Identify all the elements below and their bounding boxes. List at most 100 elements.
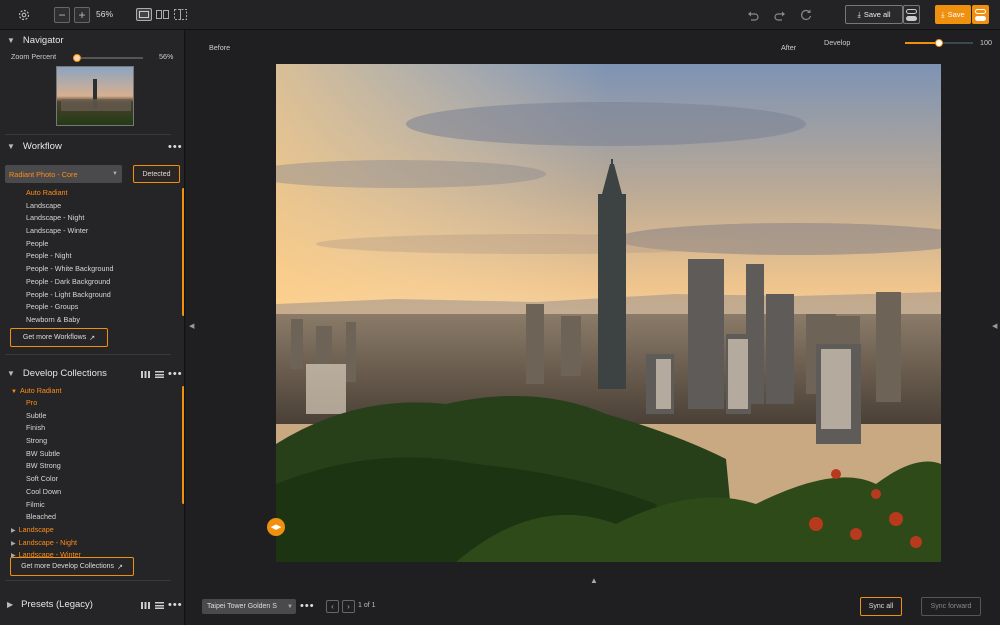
develop-collection-item[interactable]: Cool Down xyxy=(26,486,61,499)
list-view-icon[interactable] xyxy=(155,602,164,609)
workflow-item[interactable]: Auto Radiant xyxy=(26,187,114,200)
zoom-percent-label: Zoom Percent xyxy=(11,52,57,61)
develop-collections-title: Develop Collections xyxy=(22,368,107,379)
presets-title: Presets (Legacy) xyxy=(21,599,93,610)
develop-collection-item[interactable]: Filmic xyxy=(26,499,61,512)
sync-all-button[interactable]: Sync all xyxy=(860,597,902,616)
workflow-item[interactable]: People - Dark Background xyxy=(26,276,114,289)
develop-slider-fill xyxy=(905,42,939,44)
save-button[interactable]: ⤓ Save xyxy=(935,5,971,24)
filename-dropdown[interactable]: Taipei Tower Golden S ▼ xyxy=(202,599,296,614)
workflow-item[interactable]: People - Light Background xyxy=(26,289,114,302)
main-photo[interactable] xyxy=(276,64,941,562)
sync-forward-button[interactable]: Sync forward xyxy=(921,597,981,616)
top-toolbar: − + 56% ⤓ Save all ⤓ Save xyxy=(0,0,1000,30)
split-view-button[interactable] xyxy=(155,8,169,21)
undo-icon[interactable] xyxy=(746,8,760,22)
get-more-develop-collections-button[interactable]: Get more Develop Collections ↗ xyxy=(10,557,134,576)
image-more-icon[interactable]: ••• xyxy=(300,600,315,612)
redo-icon[interactable] xyxy=(773,8,787,22)
zoom-percent-slider[interactable] xyxy=(73,54,143,62)
develop-subgroup-item[interactable]: ▶ Landscape xyxy=(11,524,81,537)
workflow-item[interactable]: People - Groups xyxy=(26,301,114,314)
develop-collections-more-icon[interactable]: ••• xyxy=(168,368,183,380)
workflow-item[interactable]: Landscape - Night xyxy=(26,212,114,225)
navigator-title: Navigator xyxy=(22,35,64,46)
workflow-more-icon[interactable]: ••• xyxy=(168,141,183,153)
develop-collection-item[interactable]: Soft Color xyxy=(26,473,61,486)
expand-triangle-icon: ▶ xyxy=(11,528,16,534)
get-more-workflows-label: Get more Workflows xyxy=(22,334,87,341)
sync-forward-label: Sync forward xyxy=(930,603,972,610)
detected-button[interactable]: Detected xyxy=(133,165,180,183)
external-link-icon: ↗ xyxy=(117,563,123,571)
workflow-item[interactable]: People - Night xyxy=(26,250,114,263)
develop-subgroup-item[interactable]: ▶ Landscape - Night xyxy=(11,537,81,550)
get-more-workflows-button[interactable]: Get more Workflows ↗ xyxy=(10,328,108,347)
develop-scrollbar[interactable] xyxy=(182,386,184,504)
workflow-scrollbar[interactable] xyxy=(182,188,184,316)
right-panel-toggle-icon[interactable]: ◀ xyxy=(992,322,997,330)
single-view-button[interactable] xyxy=(136,8,152,21)
get-more-develop-label: Get more Develop Collections xyxy=(21,563,115,570)
dropdown-arrow-icon: ▼ xyxy=(287,603,293,610)
after-label: After xyxy=(781,43,797,52)
previous-image-button[interactable]: ‹ xyxy=(326,600,339,613)
presets-more-icon[interactable]: ••• xyxy=(168,599,183,611)
grid-view-icon[interactable] xyxy=(141,602,150,609)
reset-icon[interactable] xyxy=(799,8,813,22)
zoom-in-button[interactable]: + xyxy=(74,7,90,23)
workflow-item[interactable]: People - White Background xyxy=(26,263,114,276)
zoom-out-button[interactable]: − xyxy=(54,7,70,23)
workflow-list: Auto Radiant Landscape Landscape - Night La… xyxy=(26,187,114,327)
develop-collection-item[interactable]: BW Strong xyxy=(26,460,61,473)
workflow-dropdown-value: Radiant Photo - Core xyxy=(9,169,78,179)
bottom-panel-toggle-icon[interactable]: ▲ xyxy=(590,576,598,585)
save-all-button[interactable]: ⤓ Save all xyxy=(845,5,903,24)
develop-label: Develop xyxy=(824,38,851,47)
develop-slider-handle[interactable] xyxy=(935,39,943,47)
page-indicator: 1 of 1 xyxy=(358,602,376,609)
develop-subgroup-label: Landscape - Night xyxy=(18,537,77,547)
divider xyxy=(5,580,171,581)
settings-gear-icon[interactable] xyxy=(16,7,32,23)
list-view-icon[interactable] xyxy=(155,371,164,378)
left-panel-toggle-icon[interactable]: ◀ xyxy=(189,322,194,330)
zoom-percent-value: 56% xyxy=(159,52,174,61)
develop-collection-item[interactable]: BW Subtle xyxy=(26,448,61,461)
compare-view-button[interactable] xyxy=(173,8,187,21)
collapse-triangle-icon: ▼ xyxy=(7,36,15,45)
navigator-thumbnail[interactable] xyxy=(56,66,134,126)
develop-collection-item[interactable]: Strong xyxy=(26,435,61,448)
workflow-item[interactable]: Landscape - Winter xyxy=(26,225,114,238)
develop-group-auto-radiant[interactable]: ▼ Auto Radiant xyxy=(11,386,62,395)
workflow-item[interactable]: Newborn & Baby xyxy=(26,314,114,327)
workflow-dropdown[interactable]: Radiant Photo - Core ▼ xyxy=(5,165,122,183)
develop-collections-list: Pro Subtle Finish Strong BW Subtle BW Strong S… xyxy=(26,397,61,524)
collapse-triangle-icon: ▼ xyxy=(7,142,15,151)
develop-collections-header[interactable]: ▼ Develop Collections xyxy=(7,368,107,379)
expand-triangle-icon: ▶ xyxy=(11,540,16,547)
grid-view-icon[interactable] xyxy=(141,371,150,378)
save-label: Save xyxy=(947,10,965,19)
save-options-toggle[interactable] xyxy=(972,5,989,24)
next-image-button[interactable]: › xyxy=(342,600,355,613)
zoom-slider-handle[interactable] xyxy=(73,54,81,62)
workflow-item[interactable]: People xyxy=(26,238,114,251)
presets-header[interactable]: ▶ Presets (Legacy) xyxy=(7,599,93,610)
workflow-title: Workflow xyxy=(22,141,62,152)
develop-collection-item[interactable]: Subtle xyxy=(26,410,61,423)
develop-collection-item[interactable]: Bleached xyxy=(26,511,61,524)
workflow-header[interactable]: ▼ Workflow xyxy=(7,141,62,152)
develop-collection-item[interactable]: Pro xyxy=(26,397,61,410)
expand-triangle-icon: ▶ xyxy=(7,600,14,609)
workflow-item[interactable]: Landscape xyxy=(26,200,114,213)
develop-slider[interactable] xyxy=(905,39,973,47)
split-slider-handle[interactable]: ◀▶ xyxy=(267,518,285,536)
sync-all-label: Sync all xyxy=(868,603,894,610)
save-all-options-toggle[interactable] xyxy=(903,5,920,24)
navigator-header[interactable]: ▼ Navigator xyxy=(7,35,64,46)
expanded-triangle-icon: ▼ xyxy=(11,389,17,395)
develop-collection-item[interactable]: Finish xyxy=(26,422,61,435)
before-label: Before xyxy=(209,43,231,52)
